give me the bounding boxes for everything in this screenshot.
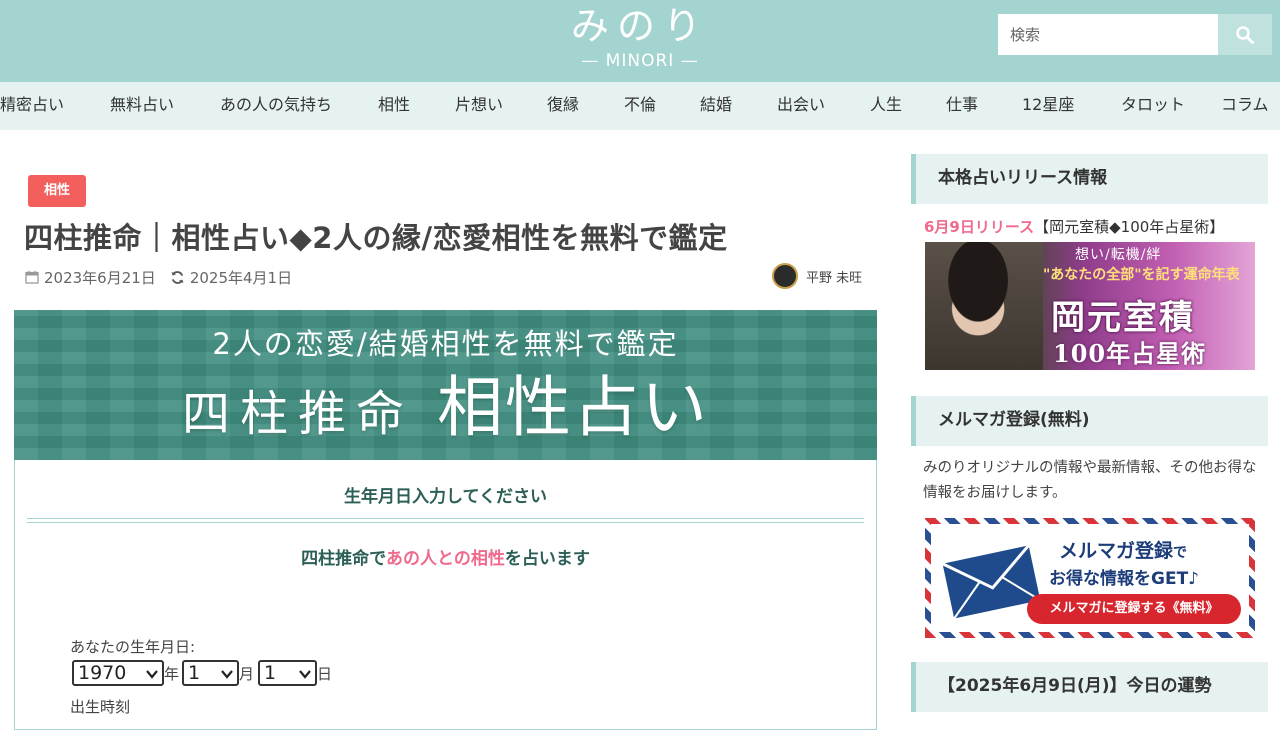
hero-title: 四柱推命 相性占い [14, 366, 877, 456]
logo-main-text: みのり [570, 4, 709, 48]
nav-item-free[interactable]: 無料占い [110, 82, 174, 130]
nav-item-precise[interactable]: 精密占い [0, 82, 64, 130]
updated-date: 2025年4月1日 [189, 268, 293, 287]
birthdate-form: 生年月日入力してください 四柱推命であの人との相性を占います あなたの生年月日:… [14, 460, 877, 730]
nav-item-affair[interactable]: 不倫 [624, 82, 656, 130]
site-header: みのり — MINORI — [0, 0, 1280, 82]
release-banner-line1: 想い/転機/絆 [1075, 247, 1162, 263]
form-heading: 生年月日入力してください [344, 487, 547, 507]
nav-item-work[interactable]: 仕事 [946, 82, 978, 130]
nav-item-their-feelings[interactable]: あの人の気持ち [220, 82, 332, 130]
month-select[interactable]: 1 [182, 660, 240, 686]
year-unit: 年 [164, 664, 180, 683]
mailmag-banner[interactable]: メルマガ登録で お得な情報をGET♪ メルマガに登録する《無料》 [925, 518, 1255, 638]
day-select[interactable]: 1 [258, 660, 318, 686]
author-name: 平野 未旺 [806, 270, 863, 286]
release-title: 【岡元室積◆100年占星術】 [1034, 218, 1225, 236]
mailmag-banner-line2: お得な情報をGET♪ [1049, 569, 1200, 589]
nav-item-compatibility[interactable]: 相性 [378, 82, 410, 130]
form-lead: 四柱推命であの人との相性を占います [15, 544, 876, 569]
nav-item-reunion[interactable]: 復縁 [547, 82, 579, 130]
sidebar-heading-fortune: 【2025年6月9日(月)】今日の運勢 [911, 662, 1268, 712]
form-lead-highlight: あの人との相性 [386, 549, 505, 569]
chevron-down-icon [299, 670, 311, 679]
hero-title-large: 相性占い [437, 369, 709, 446]
year-select-value: 1970 [78, 662, 127, 684]
nav-item-column[interactable]: コラム [1221, 82, 1269, 130]
release-link[interactable]: 6月9日リリース【岡元室積◆100年占星術】 [924, 216, 1224, 237]
day-unit: 日 [317, 664, 333, 683]
month-unit: 月 [239, 664, 255, 683]
search-button[interactable] [1218, 14, 1272, 55]
chevron-down-icon [221, 670, 233, 679]
birthdate-selects: 1970 年 1 月 1 日 [72, 660, 332, 686]
search-input[interactable] [998, 14, 1218, 55]
article-dates: 2023年6月21日 2025年4月1日 [25, 266, 292, 288]
form-lead-suffix: を占います [504, 549, 590, 569]
mailmag-banner-title-suffix: で [1173, 545, 1188, 561]
logo-sub-text: — MINORI — [581, 51, 699, 71]
birth-time-label: 出生時刻 [70, 698, 131, 716]
mailmag-banner-title: メルマガ登録 [1059, 540, 1174, 562]
main-nav: 精密占い 無料占い あの人の気持ち 相性 片想い 復縁 不倫 結婚 出会い 人生… [0, 82, 1280, 130]
hero-title-small: 四柱推命 [182, 386, 415, 442]
calendar-icon [25, 271, 39, 284]
year-select[interactable]: 1970 [72, 660, 164, 686]
author-avatar [772, 263, 798, 289]
release-banner-line2: "あなたの全部"を記す運命年表 [1043, 267, 1240, 283]
nav-item-marriage[interactable]: 結婚 [700, 82, 732, 130]
article-title: 四柱推命｜相性占い◆2人の縁/恋愛相性を無料で鑑定 [24, 221, 728, 255]
search-icon [1236, 25, 1254, 44]
category-badge[interactable]: 相性 [28, 175, 86, 207]
hero-banner: 2人の恋愛/結婚相性を無料で鑑定 四柱推命 相性占い [14, 310, 877, 460]
nav-item-unrequited[interactable]: 片想い [455, 82, 503, 130]
nav-item-encounter[interactable]: 出会い [777, 82, 825, 130]
sidebar-heading-mailmag: メルマガ登録(無料) [911, 396, 1268, 446]
form-lead-prefix: 四柱推命で [301, 549, 386, 569]
nav-item-life[interactable]: 人生 [870, 82, 902, 130]
refresh-icon [171, 270, 184, 284]
mailmag-register-button[interactable]: メルマガに登録する《無料》 [1027, 594, 1241, 624]
double-divider [27, 518, 864, 523]
fortune-teller-photo [925, 242, 1043, 370]
nav-item-tarot[interactable]: タロット [1121, 82, 1185, 130]
site-logo[interactable]: みのり — MINORI — [540, 4, 740, 76]
author-info[interactable]: 平野 未旺 [772, 263, 862, 289]
hero-subtitle: 2人の恋愛/結婚相性を無料で鑑定 [212, 327, 679, 361]
release-banner-line4: 100年占星術 [1053, 339, 1207, 368]
mailmag-banner-line1: メルマガ登録で [1059, 536, 1187, 563]
day-select-value: 1 [264, 662, 277, 684]
sidebar-heading-release: 本格占いリリース情報 [911, 154, 1268, 204]
mailmag-description: みのりオリジナルの情報や最新情報、その他お得な情報をお届けします。 [923, 460, 1257, 501]
published-date: 2023年6月21日 [44, 268, 156, 287]
month-select-value: 1 [188, 662, 201, 684]
birthdate-label: あなたの生年月日: [70, 638, 196, 656]
nav-item-zodiac[interactable]: 12星座 [1022, 82, 1074, 130]
release-banner-line3: 岡元室積 [1051, 298, 1195, 338]
release-date: 6月9日リリース [924, 218, 1035, 236]
chevron-down-icon [146, 670, 158, 679]
release-banner[interactable]: 想い/転機/絆 "あなたの全部"を記す運命年表 岡元室積 100年占星術 [925, 242, 1255, 370]
